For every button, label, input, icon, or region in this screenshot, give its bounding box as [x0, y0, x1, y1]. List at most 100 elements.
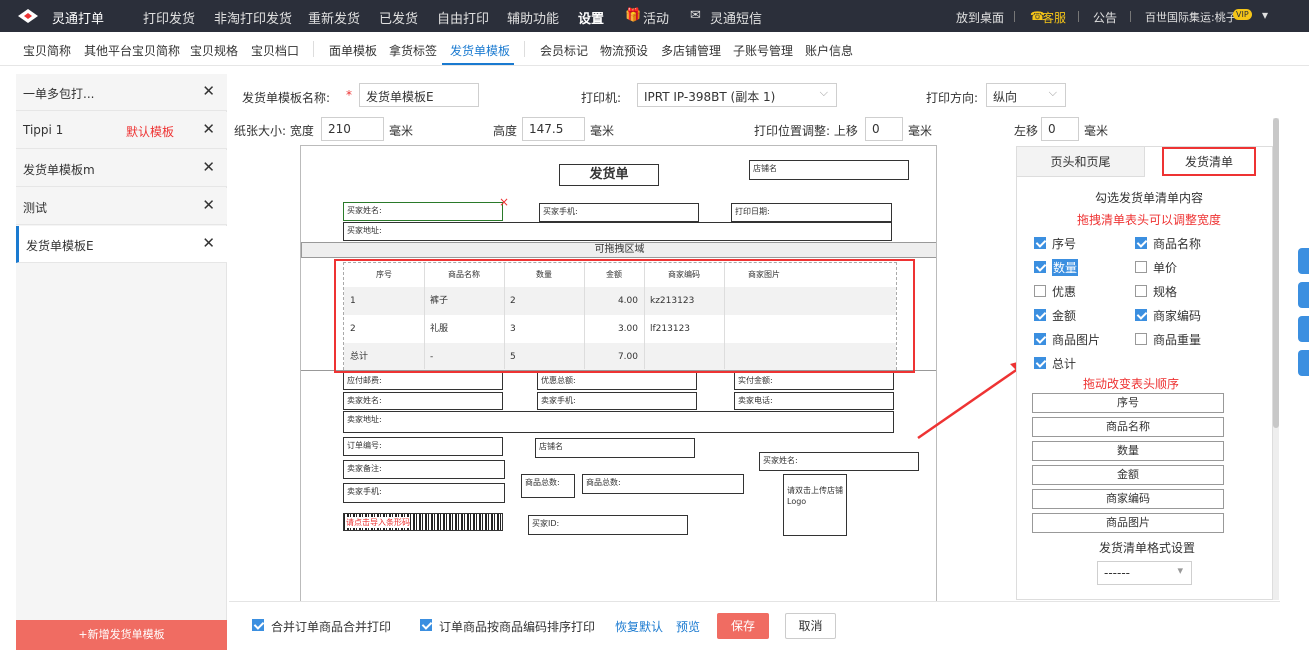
- close-icon[interactable]: ✕: [202, 120, 215, 138]
- order-item[interactable]: 金额: [1032, 465, 1224, 485]
- nav-activity[interactable]: 活动: [643, 8, 669, 27]
- reset-default-link[interactable]: 恢复默认: [615, 618, 663, 635]
- caret-down-icon[interactable]: ▾: [1262, 8, 1268, 22]
- checkbox-unit-price[interactable]: [1135, 261, 1147, 273]
- subnav-item-member[interactable]: 会员标记: [540, 42, 588, 59]
- close-icon[interactable]: ✕: [202, 234, 215, 252]
- logo-upload-area[interactable]: 请双击上传店铺Logo: [783, 474, 847, 536]
- delete-icon[interactable]: ×: [499, 195, 509, 209]
- field-buyer-address[interactable]: 买家地址:: [343, 222, 892, 241]
- canvas-title[interactable]: 发货单: [559, 164, 659, 186]
- sidebar-item[interactable]: 测试 ✕: [16, 188, 227, 225]
- design-canvas[interactable]: 发货单 店铺名 买家姓名: × 买家手机: 打印日期: 买家地址: 可拖拽区域 …: [300, 145, 937, 605]
- height-input[interactable]: 147.5: [522, 117, 585, 141]
- side-float-tab[interactable]: [1298, 350, 1309, 376]
- checkbox-merchant-code[interactable]: [1135, 309, 1147, 321]
- field-seller-note[interactable]: 卖家备注:: [343, 460, 505, 479]
- top-offset-input[interactable]: 0: [865, 117, 903, 141]
- checkbox-sort-by-code[interactable]: [420, 619, 432, 631]
- subnav-item-sub-account[interactable]: 子账号管理: [733, 42, 793, 59]
- scrollbar-thumb[interactable]: [1273, 118, 1279, 428]
- nav-free-print[interactable]: 自由打印: [437, 8, 489, 27]
- field-buyer-name[interactable]: 买家姓名:: [343, 202, 503, 221]
- subnav-item-short-name[interactable]: 宝贝简称: [23, 42, 71, 59]
- add-template-button[interactable]: +新增发货单模板: [16, 620, 227, 650]
- width-input[interactable]: 210: [321, 117, 384, 141]
- order-item[interactable]: 数量: [1032, 441, 1224, 461]
- field-buyer-name-2[interactable]: 买家姓名:: [759, 452, 919, 471]
- checkbox-qty[interactable]: [1034, 261, 1046, 273]
- subnav-item-pick-label[interactable]: 拿货标签: [389, 42, 437, 59]
- subnav-item-stall[interactable]: 宝贝档口: [251, 42, 299, 59]
- tab-header-footer[interactable]: 页头和页尾: [1017, 147, 1145, 177]
- cancel-button[interactable]: 取消: [785, 613, 836, 639]
- save-button[interactable]: 保存: [717, 613, 769, 639]
- order-item[interactable]: 商品图片: [1032, 513, 1224, 533]
- subnav-item-waybill[interactable]: 面单模板: [329, 42, 377, 59]
- side-float-tab[interactable]: [1298, 282, 1309, 308]
- close-icon[interactable]: ✕: [202, 196, 215, 214]
- checkbox-discount[interactable]: [1034, 285, 1046, 297]
- direction-select[interactable]: 纵向 ⌵: [986, 83, 1066, 107]
- template-name-input[interactable]: 发货单模板E: [359, 83, 479, 107]
- nav-sms[interactable]: 灵通短信: [710, 8, 762, 27]
- field-shop-name[interactable]: 店铺名: [749, 160, 909, 180]
- order-item[interactable]: 序号: [1032, 393, 1224, 413]
- field-goods-total[interactable]: 商品总数:: [582, 474, 744, 494]
- field-shop-name-2[interactable]: 店铺名: [535, 438, 695, 458]
- drag-area-bar[interactable]: 可拖拽区域: [301, 242, 936, 258]
- sidebar-item[interactable]: 一单多包打... ✕: [16, 74, 227, 111]
- side-float-tab[interactable]: [1298, 316, 1309, 342]
- field-seller-phone[interactable]: 卖家手机:: [537, 392, 697, 410]
- nav-settings[interactable]: 设置: [578, 8, 604, 27]
- left-offset-input[interactable]: 0: [1041, 117, 1079, 141]
- field-seller-tel[interactable]: 卖家电话:: [734, 392, 894, 410]
- desktop-link[interactable]: 放到桌面: [956, 9, 1004, 26]
- checkbox-goods-weight[interactable]: [1135, 333, 1147, 345]
- field-discount[interactable]: 优惠总额:: [537, 372, 697, 390]
- sidebar-item-active[interactable]: 发货单模板E ✕: [16, 226, 227, 263]
- printer-select[interactable]: IPRT IP-398BT (副本 1) ⌵: [637, 83, 837, 107]
- field-buyer-id[interactable]: 买家ID:: [528, 515, 688, 535]
- barcode-field[interactable]: 请点击导入条形码: [343, 513, 503, 531]
- field-seller-name[interactable]: 卖家姓名:: [343, 392, 503, 410]
- subnav-item-logistics[interactable]: 物流预设: [600, 42, 648, 59]
- scrollbar[interactable]: [1273, 118, 1279, 600]
- order-item[interactable]: 商品名称: [1032, 417, 1224, 437]
- checkbox-goods-image[interactable]: [1034, 333, 1046, 345]
- side-float-tab[interactable]: [1298, 248, 1309, 274]
- notice-link[interactable]: 公告: [1093, 9, 1117, 26]
- field-order-no[interactable]: 订单编号:: [343, 437, 503, 456]
- subnav-item-invoice-template[interactable]: 发货单模板: [450, 42, 510, 59]
- checkbox-seq[interactable]: [1034, 237, 1046, 249]
- nav-tools[interactable]: 辅助功能: [507, 8, 559, 27]
- field-qty-total[interactable]: 商品总数:: [521, 474, 575, 498]
- field-buyer-phone[interactable]: 买家手机:: [539, 203, 699, 222]
- nav-shipped[interactable]: 已发货: [379, 8, 418, 27]
- field-seller-address[interactable]: 卖家地址:: [343, 411, 894, 433]
- field-seller-phone-2[interactable]: 卖家手机:: [343, 483, 505, 503]
- sidebar-item[interactable]: 发货单模板m ✕: [16, 150, 227, 187]
- subnav-item-other-platform[interactable]: 其他平台宝贝简称: [84, 42, 180, 59]
- preview-link[interactable]: 预览: [676, 618, 700, 635]
- sidebar-item[interactable]: Tippi 1 默认模板 ✕: [16, 112, 227, 149]
- subnav-item-spec[interactable]: 宝贝规格: [190, 42, 238, 59]
- checkbox-spec[interactable]: [1135, 285, 1147, 297]
- checkbox-merge-print[interactable]: [252, 619, 264, 631]
- nav-reship[interactable]: 重新发货: [308, 8, 360, 27]
- close-icon[interactable]: ✕: [202, 82, 215, 100]
- field-actual-paid[interactable]: 实付金额:: [734, 372, 894, 390]
- nav-non-taobao[interactable]: 非淘打印发货: [214, 8, 292, 27]
- user-name[interactable]: 百世国际集运:桃子: [1145, 9, 1237, 25]
- checkbox-total[interactable]: [1034, 357, 1046, 369]
- checkbox-amount[interactable]: [1034, 309, 1046, 321]
- service-link[interactable]: 客服: [1042, 9, 1066, 26]
- nav-print-ship[interactable]: 打印发货: [143, 8, 195, 27]
- field-payable[interactable]: 应付邮费:: [343, 372, 503, 390]
- subnav-item-multi-shop[interactable]: 多店铺管理: [661, 42, 721, 59]
- close-icon[interactable]: ✕: [202, 158, 215, 176]
- field-print-date[interactable]: 打印日期:: [731, 203, 892, 222]
- order-item[interactable]: 商家编码: [1032, 489, 1224, 509]
- format-select[interactable]: ------ ▾: [1097, 561, 1192, 585]
- checkbox-goods-name[interactable]: [1135, 237, 1147, 249]
